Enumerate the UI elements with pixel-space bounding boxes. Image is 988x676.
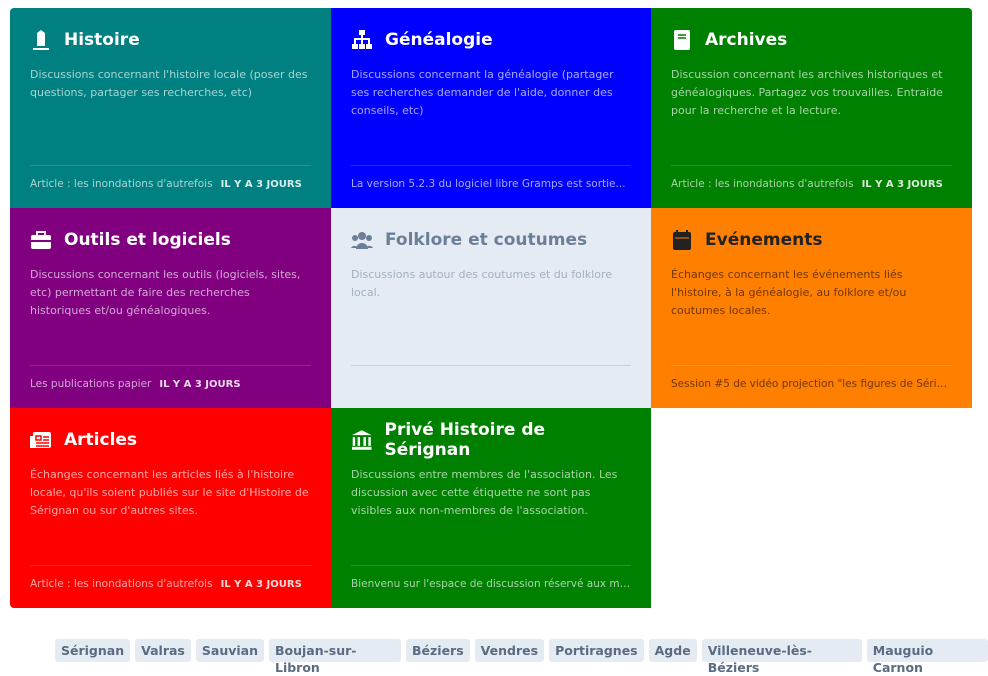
category-header: Privé Histoire de Sérignan [351, 428, 631, 452]
category-title[interactable]: Evénements [705, 230, 822, 250]
category-tile[interactable]: Histoire Discussions concernant l'histoi… [10, 8, 331, 208]
divider [671, 165, 952, 166]
latest-topic-time: IL Y A 3 JOURS [221, 179, 302, 190]
divider [30, 165, 311, 166]
calendar-icon [671, 229, 693, 251]
category-header: Histoire [30, 28, 311, 52]
latest-topic-title[interactable]: Session #5 de vidéo projection "les figu… [671, 378, 952, 390]
category-tile[interactable]: Privé Histoire de Sérignan Discussions e… [331, 408, 651, 608]
latest-topic[interactable]: Article : les inondations d'autrefois IL … [671, 178, 952, 190]
tag-list: SérignanValrasSauvianBoujan-sur-LibronBé… [55, 639, 988, 662]
category-title[interactable]: Articles [64, 430, 137, 450]
category-description: Échanges concernant les événements liés … [671, 266, 951, 320]
category-tile[interactable]: Outils et logiciels Discussions concerna… [10, 208, 331, 408]
category-title[interactable]: Généalogie [385, 30, 493, 50]
latest-topic[interactable]: La version 5.2.3 du logiciel libre Gramp… [351, 178, 631, 190]
category-description: Discussions concernant les outils (logic… [30, 266, 310, 320]
category-description: Discussion concernant les archives histo… [671, 66, 951, 120]
landmark-icon [351, 429, 373, 451]
category-description: Échanges concernant les articles liés à … [30, 466, 310, 520]
tag-link[interactable]: Vendres [475, 639, 544, 662]
divider [30, 565, 311, 566]
newspaper-icon [30, 429, 52, 451]
sitemap-icon [351, 29, 373, 51]
category-header: Archives [671, 28, 952, 52]
latest-topic-time: IL Y A 3 JOURS [159, 379, 240, 390]
category-title[interactable]: Folklore et coutumes [385, 230, 587, 250]
latest-topic[interactable]: Les publications papier IL Y A 3 JOURS [30, 378, 311, 390]
category-tile[interactable]: Archives Discussion concernant les archi… [651, 8, 972, 208]
latest-topic[interactable]: Article : les inondations d'autrefois IL … [30, 578, 311, 590]
category-description: Discussions entre membres de l'associati… [351, 466, 631, 520]
category-header: Evénements [671, 228, 952, 252]
tag-link[interactable]: Mauguio Carnon [867, 639, 988, 662]
category-header: Articles [30, 428, 311, 452]
latest-topic-title[interactable]: Bienvenu sur l'espace de discussion rése… [351, 578, 631, 590]
category-description: Discussions autour des coutumes et du fo… [351, 266, 631, 302]
divider [671, 365, 952, 366]
category-header: Folklore et coutumes [351, 228, 631, 252]
category-tile[interactable]: Articles Échanges concernant les article… [10, 408, 331, 608]
divider [30, 365, 311, 366]
latest-topic-title[interactable]: Article : les inondations d'autrefois [671, 178, 854, 190]
category-header: Généalogie [351, 28, 631, 52]
tag-link[interactable]: Villeneuve-lès-Béziers [702, 639, 862, 662]
latest-topic-title[interactable]: Les publications papier [30, 378, 151, 390]
category-header: Outils et logiciels [30, 228, 311, 252]
category-title[interactable]: Histoire [64, 30, 140, 50]
latest-topic-title[interactable]: Article : les inondations d'autrefois [30, 178, 213, 190]
tag-link[interactable]: Sauvian [196, 639, 264, 662]
users-icon [351, 229, 373, 251]
category-title[interactable]: Outils et logiciels [64, 230, 231, 250]
latest-topic-time: IL Y A 3 JOURS [221, 579, 302, 590]
tag-link[interactable]: Boujan-sur-Libron [269, 639, 401, 662]
tag-link[interactable]: Valras [135, 639, 191, 662]
latest-topic[interactable]: Article : les inondations d'autrefois IL … [30, 178, 311, 190]
latest-topic-title[interactable]: Article : les inondations d'autrefois [30, 578, 213, 590]
category-tile[interactable]: Folklore et coutumes Discussions autour … [331, 208, 651, 408]
latest-topic-time: IL Y A 3 JOURS [862, 179, 943, 190]
latest-topic[interactable]: Bienvenu sur l'espace de discussion rése… [351, 578, 631, 590]
divider [351, 165, 631, 166]
category-tile[interactable]: Généalogie Discussions concernant la gén… [331, 8, 651, 208]
monument-icon [30, 29, 52, 51]
category-grid: Histoire Discussions concernant l'histoi… [10, 8, 972, 608]
divider [351, 565, 631, 566]
tag-link[interactable]: Béziers [406, 639, 470, 662]
latest-topic-title[interactable]: La version 5.2.3 du logiciel libre Gramp… [351, 178, 626, 190]
category-description: Discussions concernant la généalogie (pa… [351, 66, 631, 120]
book-icon [671, 29, 693, 51]
tag-link[interactable]: Portiragnes [549, 639, 644, 662]
category-description: Discussions concernant l'histoire locale… [30, 66, 310, 102]
tag-link[interactable]: Agde [649, 639, 697, 662]
category-title[interactable]: Archives [705, 30, 787, 50]
category-title[interactable]: Privé Histoire de Sérignan [385, 420, 632, 460]
category-tile[interactable]: Evénements Échanges concernant les événe… [651, 208, 972, 408]
divider [351, 365, 631, 366]
latest-topic[interactable]: Session #5 de vidéo projection "les figu… [671, 378, 952, 390]
toolbox-icon [30, 229, 52, 251]
tag-link[interactable]: Sérignan [55, 639, 130, 662]
